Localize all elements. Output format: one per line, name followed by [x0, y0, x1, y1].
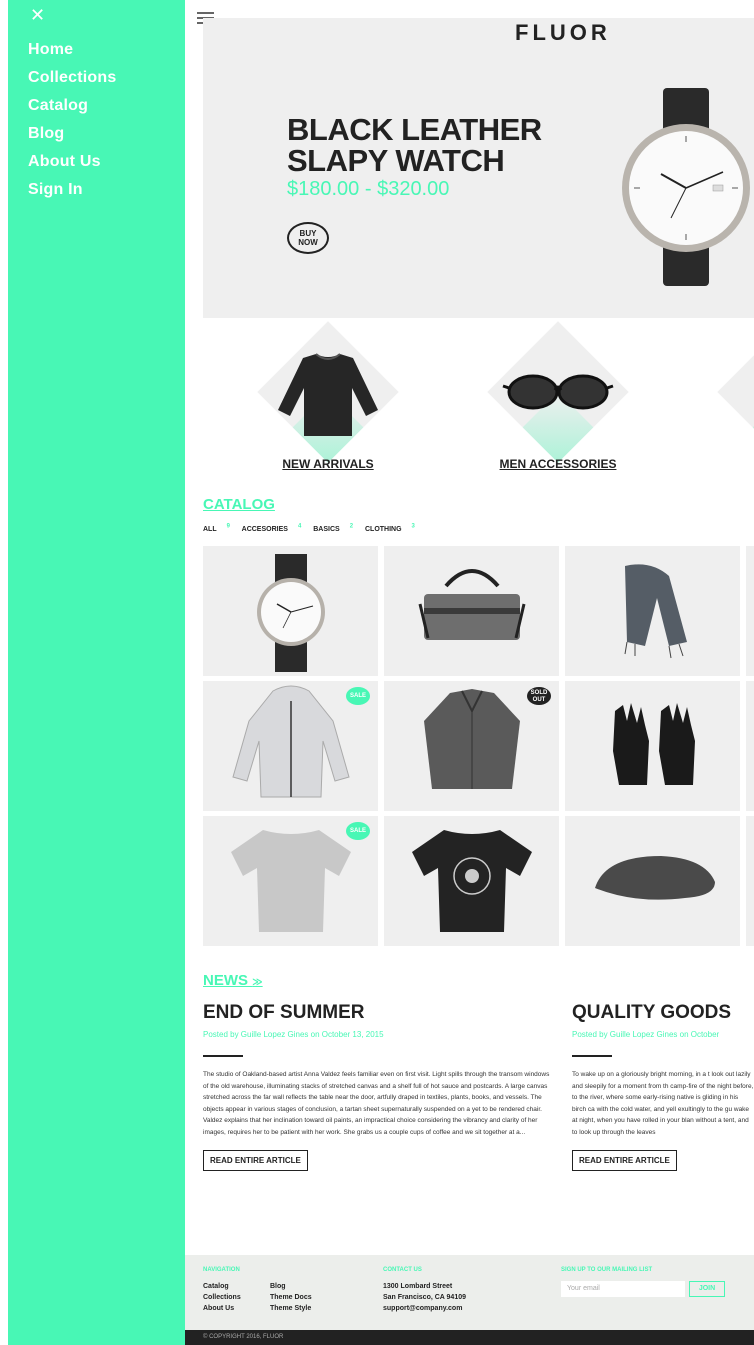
sidebar-item-about-us[interactable]: About Us — [28, 148, 116, 176]
product-tile-tshirt-grey[interactable]: SALE — [203, 816, 378, 946]
hero-banner: BLACK LEATHER SLAPY WATCH $180.00 - $320… — [203, 18, 754, 318]
tshirt-icon — [412, 830, 532, 932]
site-logo[interactable]: FLUOR — [515, 20, 611, 46]
footer: NAVIGATION Catalog Collections About Us … — [185, 1255, 754, 1330]
footer-link-catalog[interactable]: Catalog — [203, 1283, 229, 1290]
category-diamond — [717, 321, 754, 463]
news-article-2: QUALITY GOODS Posted by Guille Lopez Gin… — [572, 1002, 754, 1171]
catalog-filters: ALL 9 ACCESORIES 4 BASICS 2 CLOTHING 3 — [203, 524, 425, 533]
article-title[interactable]: END OF SUMMER — [203, 1002, 553, 1024]
hero-title: BLACK LEATHER SLAPY WATCH — [287, 112, 542, 178]
sold-out-badge: SOLD OUT — [527, 687, 551, 705]
category-new-arrivals[interactable]: NEW ARRIVALS — [243, 321, 413, 475]
product-tile-cap[interactable] — [565, 816, 740, 946]
read-article-button[interactable]: READ ENTIRE ARTICLE — [572, 1150, 677, 1171]
watch-image — [622, 88, 750, 286]
news-title[interactable]: NEWS ≫ — [203, 972, 263, 989]
product-tile-partial-1[interactable] — [746, 546, 754, 676]
footer-mailing-title: SIGN UP TO OUR MAILING LIST — [561, 1267, 653, 1273]
product-tile-watch[interactable] — [203, 546, 378, 676]
product-tile-scarf[interactable] — [565, 546, 740, 676]
footer-link-theme-style[interactable]: Theme Style — [270, 1305, 311, 1312]
footer-city-line: San Francisco, CA 94109 — [383, 1294, 467, 1301]
sidebar-menu: ✕ Home Collections Catalog Blog About Us… — [8, 0, 185, 1345]
footer-link-about-us[interactable]: About Us — [203, 1305, 234, 1312]
category-next[interactable] — [703, 321, 754, 475]
bag-icon — [418, 569, 526, 640]
article-excerpt: To wake up on a gloriously bright mornin… — [572, 1071, 754, 1136]
article-meta: Posted by Guille Lopez Gines on October … — [203, 1030, 384, 1039]
flat-cap-icon — [595, 856, 715, 900]
product-tile-gloves[interactable] — [565, 681, 740, 811]
filter-clothing[interactable]: CLOTHING 3 — [365, 524, 415, 533]
sidebar-item-collections[interactable]: Collections — [28, 64, 116, 92]
category-carousel: NEW ARRIVALS MEN ACCESSORIES — [203, 321, 754, 475]
join-button[interactable]: JOIN — [689, 1281, 725, 1297]
category-men-accessories[interactable]: MEN ACCESSORIES — [473, 321, 643, 475]
product-tile-shirt[interactable]: SOLD OUT — [384, 681, 559, 811]
scarf-icon — [624, 564, 687, 659]
close-icon[interactable]: ✕ — [30, 6, 45, 24]
divider — [572, 1055, 612, 1057]
product-tile-partial-3[interactable] — [746, 816, 754, 946]
product-tile-jacket[interactable]: SALE — [203, 681, 378, 811]
news-article-1: END OF SUMMER Posted by Guille Lopez Gin… — [203, 1002, 553, 1171]
sidebar-item-catalog[interactable]: Catalog — [28, 92, 116, 120]
hero-price: $180.00 - $320.00 — [287, 178, 450, 200]
filter-all[interactable]: ALL 9 — [203, 524, 230, 533]
filter-accesories[interactable]: ACCESORIES 4 — [242, 524, 302, 533]
footer-address-line: 1300 Lombard Street — [383, 1283, 453, 1290]
sidebar-nav: Home Collections Catalog Blog About Us S… — [28, 36, 116, 204]
product-tile-bag[interactable] — [384, 546, 559, 676]
sale-badge: SALE — [346, 822, 370, 840]
product-tile-partial-2[interactable] — [746, 681, 754, 811]
footer-contact-title: CONTACT US — [383, 1267, 422, 1273]
read-article-button[interactable]: READ ENTIRE ARTICLE — [203, 1150, 308, 1171]
footer-link-collections[interactable]: Collections — [203, 1294, 241, 1301]
sidebar-item-home[interactable]: Home — [28, 36, 116, 64]
sidebar-item-sign-in[interactable]: Sign In — [28, 176, 116, 204]
buy-now-button[interactable]: BUY NOW — [287, 222, 329, 254]
sale-badge: SALE — [346, 687, 370, 705]
filter-basics[interactable]: BASICS 2 — [313, 524, 353, 533]
footer-navigation-title: NAVIGATION — [203, 1267, 240, 1273]
divider — [203, 1055, 243, 1057]
sidebar-item-blog[interactable]: Blog — [28, 120, 116, 148]
article-title[interactable]: QUALITY GOODS — [572, 1002, 754, 1024]
article-meta: Posted by Guille Lopez Gines on October — [572, 1030, 720, 1039]
footer-link-blog[interactable]: Blog — [270, 1283, 286, 1290]
product-tile-tshirt-black[interactable] — [384, 816, 559, 946]
main-content: FLUOR BLACK LEATHER SLAPY WATCH $180.00 … — [185, 0, 754, 1345]
sunglasses-icon — [502, 374, 614, 410]
watch-icon — [257, 554, 325, 672]
sweater-icon — [278, 353, 378, 436]
footer-link-theme-docs[interactable]: Theme Docs — [270, 1294, 312, 1301]
copyright: © COPYRIGHT 2016, FLUOR — [185, 1330, 754, 1345]
article-excerpt: The studio of Oakland-based artist Anna … — [203, 1071, 550, 1136]
footer-email-link[interactable]: support@company.com — [383, 1305, 462, 1312]
catalog-title[interactable]: CATALOG — [203, 496, 275, 513]
gloves-icon — [613, 703, 695, 785]
rss-icon: ≫ — [252, 977, 263, 988]
email-input[interactable]: Your email — [561, 1281, 685, 1297]
